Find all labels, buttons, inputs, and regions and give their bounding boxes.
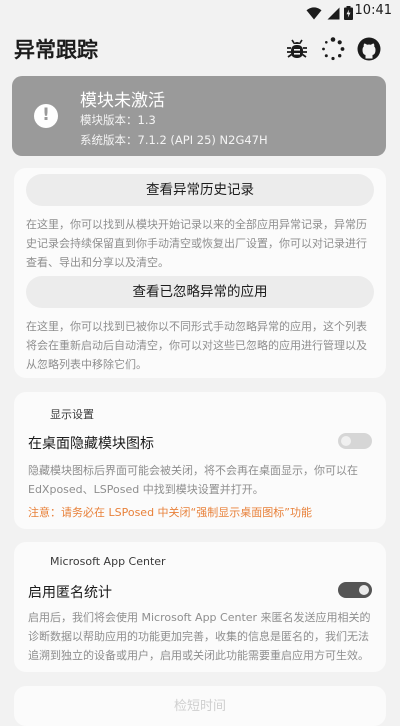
- battery-icon: [344, 5, 353, 24]
- view-ignored-button[interactable]: 查看已忽略异常的应用: [26, 276, 374, 308]
- anonymous-stats-description: 启用后，我们将会使用 Microsoft App Center 来匿名发送应用相…: [28, 611, 371, 662]
- view-history-button[interactable]: 查看异常历史记录: [26, 174, 374, 206]
- bug-icon[interactable]: [284, 36, 310, 62]
- app-bar: 异常跟踪: [0, 24, 400, 74]
- status-time: 10:41: [354, 3, 392, 18]
- module-status-headline: 模块未激活: [80, 91, 165, 111]
- page-title: 异常跟踪: [14, 38, 98, 62]
- next-card-title: 检短时间: [173, 699, 226, 714]
- next-card: 检短时间: [14, 686, 386, 726]
- module-version: 模块版本：1.3: [80, 113, 156, 127]
- switch-knob: [341, 436, 351, 446]
- hide-icon-description: 隐藏模块图标后界面可能会被关闭，将不会再在桌面显示，你可以在 EdXposed、…: [28, 464, 358, 496]
- records-card: 查看异常历史记录 在这里，你可以找到从模块开始记录以来的全部应用异常记录，异常历…: [14, 168, 386, 378]
- history-description: 在这里，你可以找到从模块开始记录以来的全部应用异常记录，异常历史记录会持续保留直…: [26, 218, 367, 269]
- ignored-description: 在这里，你可以找到已被你以不同形式手动忽略异常的应用，这个列表将会在重新启动后自…: [26, 320, 367, 371]
- github-icon[interactable]: [356, 36, 382, 62]
- wifi-icon: [306, 5, 322, 24]
- app-center-card: Microsoft App Center 启用匿名统计 启用后，我们将会使用 M…: [14, 542, 386, 672]
- module-status-card: ! 模块未激活 模块版本：1.3 系统版本：7.1.2 (API 25) N2G…: [12, 76, 386, 156]
- system-version: 系统版本：7.1.2 (API 25) N2G47H: [80, 133, 268, 147]
- hide-icon-note: 注意：请务必在 LSPosed 中关闭“强制显示桌面图标”功能: [28, 506, 312, 519]
- hide-icon-label[interactable]: 在桌面隐藏模块图标: [28, 433, 154, 453]
- anonymous-stats-switch[interactable]: [338, 582, 372, 598]
- hide-icon-switch[interactable]: [338, 433, 372, 449]
- loading-spinner-icon[interactable]: [320, 36, 346, 62]
- exclamation-icon: !: [34, 104, 58, 128]
- status-bar: 10:41: [0, 0, 400, 24]
- anonymous-stats-label[interactable]: 启用匿名统计: [28, 582, 112, 602]
- section-title-app-center: Microsoft App Center: [50, 555, 166, 568]
- cell-signal-icon: [327, 5, 340, 24]
- switch-knob: [359, 585, 369, 595]
- section-title-display: 显示设置: [50, 408, 94, 421]
- display-settings-card: 显示设置 在桌面隐藏模块图标 隐藏模块图标后界面可能会被关闭，将不会再在桌面显示…: [14, 392, 386, 529]
